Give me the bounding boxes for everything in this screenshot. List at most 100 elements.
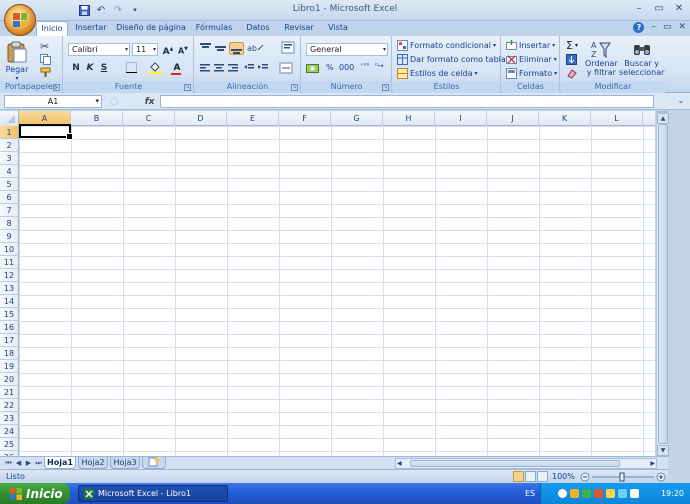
close-button[interactable]: ✕ [672,3,686,15]
sheet-tab-hoja2[interactable]: Hoja2 [78,457,108,469]
column-header[interactable]: F [279,111,331,126]
zoom-slider[interactable] [580,472,666,482]
align-top-icon[interactable] [199,42,212,53]
name-box[interactable]: A1 ▾ [4,95,102,108]
row-header[interactable]: 20 [0,373,19,386]
tray-folder-icon[interactable] [606,489,615,498]
language-indicator[interactable]: ES [525,489,535,498]
row-header[interactable]: 3 [0,152,19,165]
row-header[interactable]: 18 [0,347,19,360]
tray-arrow-icon[interactable] [558,489,567,498]
vertical-scroll-thumb[interactable] [658,124,668,444]
sheet-tab-hoja3[interactable]: Hoja3 [110,457,140,469]
page-layout-view-icon[interactable] [525,471,536,482]
workbook-restore-button[interactable]: ▭ [663,22,672,33]
accounting-format-icon[interactable] [306,63,319,74]
scroll-left-icon[interactable]: ◀ [397,459,402,468]
horizontal-scroll-thumb[interactable] [410,460,620,467]
column-header[interactable]: J [487,111,539,126]
format-cells-button[interactable]: Formato ▾ [506,68,557,79]
active-cell[interactable] [19,124,73,140]
taskbar-item-excel[interactable]: Microsoft Excel - Libro1 [78,485,228,502]
format-painter-icon[interactable] [40,67,51,78]
row-header[interactable]: 23 [0,412,19,425]
start-button[interactable]: Inicio [0,483,70,504]
autosum-icon[interactable]: Σ ▾ [566,39,578,52]
font-launcher-icon[interactable]: ↘ [184,84,191,91]
row-header[interactable]: 15 [0,308,19,321]
cell-styles-button[interactable]: Estilos de celda ▾ [397,68,478,79]
font-name-combo[interactable]: Calibri ▾ [68,43,130,56]
insert-sheet-button[interactable] [142,457,166,469]
underline-button[interactable]: S [97,62,111,75]
wrap-text-icon[interactable] [281,41,295,54]
row-header[interactable]: 6 [0,191,19,204]
paste-button[interactable]: Pegar ▾ [5,40,29,82]
tray-network-icon[interactable] [582,489,591,498]
vertical-split-handle[interactable] [656,111,668,114]
tray-volume-icon[interactable] [630,489,639,498]
sheet-tab-hoja1[interactable]: Hoja1 [44,457,76,469]
tab-vista[interactable]: Vista [324,21,352,36]
horizontal-scrollbar[interactable]: ◀ ▶ [395,458,657,469]
number-format-combo[interactable]: General ▾ [306,43,388,56]
row-header[interactable]: 16 [0,321,19,334]
workbook-minimize-button[interactable]: – [651,22,656,33]
zoom-level[interactable]: 100% [552,472,575,481]
clipboard-launcher-icon[interactable]: ↘ [53,84,60,91]
column-header[interactable]: D [175,111,227,126]
align-middle-icon[interactable] [214,42,227,53]
format-as-table-button[interactable]: Dar formato como tabla▾ [397,54,511,65]
row-header[interactable]: 10 [0,243,19,256]
row-header[interactable]: 9 [0,230,19,243]
scroll-up-icon[interactable]: ▲ [657,113,669,124]
find-select-button[interactable]: Buscar y seleccionar [619,39,664,77]
first-sheet-icon[interactable]: ⏮ [4,458,13,468]
fill-icon[interactable] [566,54,577,65]
next-sheet-icon[interactable]: ▶ [24,458,33,468]
scroll-right-icon[interactable]: ▶ [650,459,655,468]
borders-icon[interactable] [120,62,142,75]
row-header[interactable]: 2 [0,139,19,152]
row-header[interactable]: 19 [0,360,19,373]
fill-color-icon[interactable] [146,62,164,75]
row-header[interactable]: 1 [0,126,19,139]
font-size-combo[interactable]: 11 ▾ [132,43,158,56]
align-bottom-icon[interactable] [229,42,244,55]
expand-formula-bar-icon[interactable]: ⌄ [676,96,686,107]
increase-indent-icon[interactable] [257,63,269,73]
column-header[interactable]: C [123,111,175,126]
conditional-format-button[interactable]: Formato condicional ▾ [397,40,496,51]
row-header[interactable]: 24 [0,425,19,438]
alignment-launcher-icon[interactable]: ↘ [291,84,298,91]
page-break-view-icon[interactable] [537,471,548,482]
clear-icon[interactable] [566,68,577,79]
tray-monitor-icon[interactable] [618,489,627,498]
row-header[interactable]: 22 [0,399,19,412]
thousands-button[interactable]: 000 [339,63,354,72]
column-header[interactable]: L [591,111,643,126]
decrease-decimal-icon[interactable]: ⁰→ [375,62,384,70]
merge-center-icon[interactable] [279,62,295,74]
row-header[interactable]: 13 [0,282,19,295]
cells-area[interactable] [19,126,655,456]
column-header[interactable]: G [331,111,383,126]
bold-button[interactable]: N [69,62,83,75]
row-header[interactable]: 5 [0,178,19,191]
column-header[interactable]: E [227,111,279,126]
tab-revisar[interactable]: Revisar [282,21,316,36]
worksheet-grid[interactable]: ABCDEFGHIJKL 1 2 3 4 5 6 7 8 9 10 11 12 13 14 15 16 17 18… [0,111,655,456]
number-launcher-icon[interactable]: ↘ [382,84,389,91]
insert-function-button[interactable]: fx [145,97,155,107]
percent-button[interactable]: % [326,63,334,72]
row-header[interactable]: 7 [0,204,19,217]
row-header[interactable]: 25 [0,438,19,451]
align-right-icon[interactable] [227,63,239,73]
normal-view-icon[interactable] [513,471,524,482]
row-header[interactable]: 8 [0,217,19,230]
vertical-scrollbar[interactable]: ▲ ▼ [656,111,669,456]
tray-app-icon[interactable] [594,489,603,498]
copy-icon[interactable] [40,54,51,65]
delete-cells-button[interactable]: Eliminar ▾ [506,54,557,65]
column-header[interactable]: B [71,111,123,126]
